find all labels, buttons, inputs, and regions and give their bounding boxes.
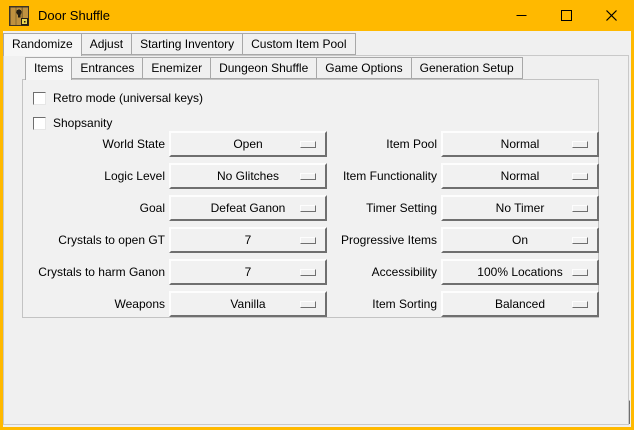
- window-title: Door Shuffle: [38, 8, 110, 23]
- dropdown-indicator-icon: [572, 141, 588, 148]
- retro-mode-checkbox[interactable]: [33, 92, 46, 105]
- timer-setting-dropdown[interactable]: No Timer: [441, 195, 599, 221]
- dropdown-indicator-icon: [572, 269, 588, 276]
- dropdown-indicator-icon: [300, 237, 316, 244]
- world-state-label: World State: [25, 131, 165, 157]
- tab-randomize[interactable]: Randomize: [3, 33, 82, 56]
- tab-entrances[interactable]: Entrances: [71, 57, 143, 79]
- crystals-gt-label: Crystals to open GT: [25, 227, 165, 253]
- crystals-ganon-label: Crystals to harm Ganon: [25, 259, 165, 285]
- door-shuffle-window: Door Shuffle Randomize Adjust Starting I…: [0, 0, 634, 430]
- close-icon: [606, 10, 617, 21]
- dropdown-indicator-icon: [572, 205, 588, 212]
- dropdown-indicator-icon: [572, 301, 588, 308]
- minimize-icon: [516, 10, 527, 21]
- item-sorting-dropdown[interactable]: Balanced: [441, 291, 599, 317]
- dropdown-indicator-icon: [300, 173, 316, 180]
- dropdown-indicator-icon: [300, 205, 316, 212]
- options-grid: World State Open Item Pool Normal Logic …: [25, 131, 599, 317]
- dropdown-indicator-icon: [300, 301, 316, 308]
- tab-custom-item-pool[interactable]: Custom Item Pool: [242, 33, 355, 55]
- tab-items[interactable]: Items: [25, 57, 72, 80]
- main-tab-bar: Randomize Adjust Starting Inventory Cust…: [3, 33, 355, 56]
- tab-dungeon-shuffle[interactable]: Dungeon Shuffle: [210, 57, 317, 79]
- close-button[interactable]: [589, 0, 634, 31]
- randomize-sub-tab-bar: Items Entrances Enemizer Dungeon Shuffle…: [25, 57, 522, 80]
- tab-game-options[interactable]: Game Options: [316, 57, 411, 79]
- item-pool-label: Item Pool: [331, 131, 437, 157]
- item-functionality-dropdown[interactable]: Normal: [441, 163, 599, 189]
- window-content: Randomize Adjust Starting Inventory Cust…: [3, 31, 631, 427]
- logic-level-label: Logic Level: [25, 163, 165, 189]
- title-bar: Door Shuffle: [0, 0, 634, 31]
- logic-level-dropdown[interactable]: No Glitches: [169, 163, 327, 189]
- minimize-button[interactable]: [499, 0, 544, 31]
- dropdown-indicator-icon: [572, 237, 588, 244]
- crystals-gt-dropdown[interactable]: 7: [169, 227, 327, 253]
- crystals-ganon-dropdown[interactable]: 7: [169, 259, 327, 285]
- item-pool-dropdown[interactable]: Normal: [441, 131, 599, 157]
- weapons-dropdown[interactable]: Vanilla: [169, 291, 327, 317]
- app-door-icon: [9, 6, 29, 26]
- world-state-dropdown[interactable]: Open: [169, 131, 327, 157]
- goal-dropdown[interactable]: Defeat Ganon: [169, 195, 327, 221]
- dropdown-indicator-icon: [300, 269, 316, 276]
- shopsanity-checkbox[interactable]: [33, 117, 46, 130]
- timer-setting-label: Timer Setting: [331, 195, 437, 221]
- dropdown-indicator-icon: [300, 141, 316, 148]
- shopsanity-row: Shopsanity: [33, 116, 112, 130]
- tab-enemizer[interactable]: Enemizer: [142, 57, 211, 79]
- accessibility-label: Accessibility: [331, 259, 437, 285]
- tab-adjust[interactable]: Adjust: [81, 33, 132, 55]
- dropdown-indicator-icon: [572, 173, 588, 180]
- progressive-items-dropdown[interactable]: On: [441, 227, 599, 253]
- item-functionality-label: Item Functionality: [331, 163, 437, 189]
- retro-mode-row: Retro mode (universal keys): [33, 91, 203, 105]
- weapons-label: Weapons: [25, 291, 165, 317]
- tab-starting-inventory[interactable]: Starting Inventory: [131, 33, 243, 55]
- window-controls: [499, 0, 634, 31]
- maximize-button[interactable]: [544, 0, 589, 31]
- maximize-icon: [561, 10, 572, 21]
- items-tab-pane: Retro mode (universal keys) Shopsanity W…: [22, 79, 599, 318]
- progressive-items-label: Progressive Items: [331, 227, 437, 253]
- tab-generation-setup[interactable]: Generation Setup: [411, 57, 523, 79]
- accessibility-dropdown[interactable]: 100% Locations: [441, 259, 599, 285]
- shopsanity-label: Shopsanity: [53, 116, 112, 130]
- goal-label: Goal: [25, 195, 165, 221]
- retro-mode-label: Retro mode (universal keys): [53, 91, 203, 105]
- item-sorting-label: Item Sorting: [331, 291, 437, 317]
